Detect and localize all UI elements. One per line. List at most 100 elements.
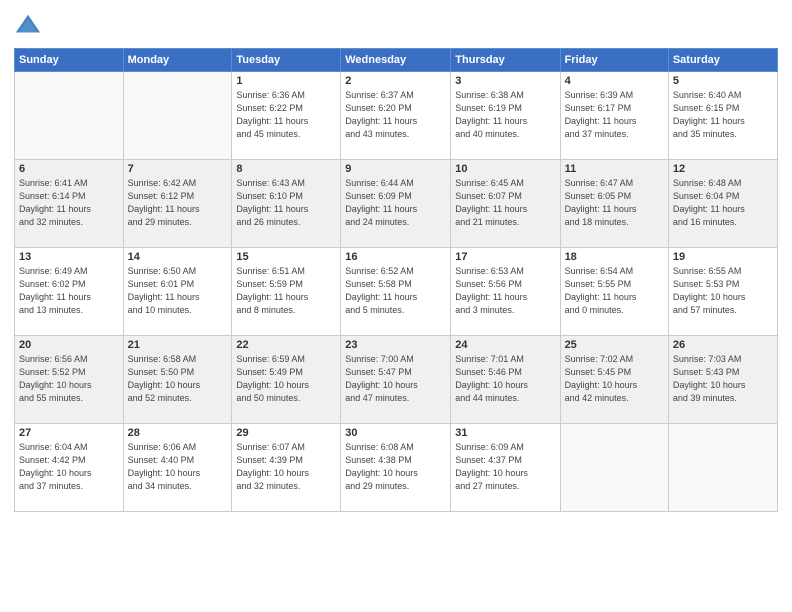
day-info: Sunrise: 6:45 AM Sunset: 6:07 PM Dayligh… <box>455 177 555 229</box>
day-number: 1 <box>236 75 336 87</box>
day-number: 20 <box>19 339 119 351</box>
day-number: 27 <box>19 427 119 439</box>
day-info: Sunrise: 6:06 AM Sunset: 4:40 PM Dayligh… <box>128 441 228 493</box>
calendar-day-27: 27 Sunrise: 6:04 AM Sunset: 4:42 PM Dayli… <box>15 424 124 512</box>
day-number: 13 <box>19 251 119 263</box>
day-info: Sunrise: 6:56 AM Sunset: 5:52 PM Dayligh… <box>19 353 119 405</box>
calendar-day-29: 29 Sunrise: 6:07 AM Sunset: 4:39 PM Dayli… <box>232 424 341 512</box>
calendar-day-12: 12 Sunrise: 6:48 AM Sunset: 6:04 PM Dayli… <box>668 160 777 248</box>
day-info: Sunrise: 7:00 AM Sunset: 5:47 PM Dayligh… <box>345 353 446 405</box>
column-header-friday: Friday <box>560 49 668 72</box>
calendar-day-22: 22Sunrise: 6:59 AM Sunset: 5:49 PM Dayli… <box>232 336 341 424</box>
calendar-week-row: 27 Sunrise: 6:04 AM Sunset: 4:42 PM Dayli… <box>15 424 778 512</box>
day-info: Sunrise: 6:37 AM Sunset: 6:20 PM Dayligh… <box>345 89 446 141</box>
calendar-week-row: 13 Sunrise: 6:49 AM Sunset: 6:02 PM Dayli… <box>15 248 778 336</box>
calendar-day-30: 30Sunrise: 6:08 AM Sunset: 4:38 PM Dayli… <box>341 424 451 512</box>
calendar-day-empty <box>668 424 777 512</box>
calendar-day-empty <box>15 72 124 160</box>
calendar-day-24: 24Sunrise: 7:01 AM Sunset: 5:46 PM Dayli… <box>451 336 560 424</box>
day-number: 5 <box>673 75 773 87</box>
day-number: 15 <box>236 251 336 263</box>
day-info: Sunrise: 6:04 AM Sunset: 4:42 PM Dayligh… <box>19 441 119 493</box>
day-info: Sunrise: 6:38 AM Sunset: 6:19 PM Dayligh… <box>455 89 555 141</box>
calendar-day-8: 8Sunrise: 6:43 AM Sunset: 6:10 PM Daylig… <box>232 160 341 248</box>
day-info: Sunrise: 6:43 AM Sunset: 6:10 PM Dayligh… <box>236 177 336 229</box>
calendar-day-28: 28 Sunrise: 6:06 AM Sunset: 4:40 PM Dayli… <box>123 424 232 512</box>
calendar-week-row: 20 Sunrise: 6:56 AM Sunset: 5:52 PM Dayli… <box>15 336 778 424</box>
day-info: Sunrise: 6:40 AM Sunset: 6:15 PM Dayligh… <box>673 89 773 141</box>
calendar-week-row: 6 Sunrise: 6:41 AM Sunset: 6:14 PM Daylig… <box>15 160 778 248</box>
calendar-day-empty <box>123 72 232 160</box>
day-info: Sunrise: 6:52 AM Sunset: 5:58 PM Dayligh… <box>345 265 446 317</box>
day-number: 31 <box>455 427 555 439</box>
calendar-week-row: 1 Sunrise: 6:36 AM Sunset: 6:22 PM Daylig… <box>15 72 778 160</box>
day-number: 11 <box>565 163 664 175</box>
day-number: 16 <box>345 251 446 263</box>
day-info: Sunrise: 6:51 AM Sunset: 5:59 PM Dayligh… <box>236 265 336 317</box>
day-number: 21 <box>128 339 228 351</box>
day-number: 4 <box>565 75 664 87</box>
day-number: 26 <box>673 339 773 351</box>
calendar-day-17: 17Sunrise: 6:53 AM Sunset: 5:56 PM Dayli… <box>451 248 560 336</box>
calendar-day-13: 13 Sunrise: 6:49 AM Sunset: 6:02 PM Dayli… <box>15 248 124 336</box>
calendar-day-10: 10 Sunrise: 6:45 AM Sunset: 6:07 PM Dayli… <box>451 160 560 248</box>
day-info: Sunrise: 6:48 AM Sunset: 6:04 PM Dayligh… <box>673 177 773 229</box>
calendar-day-14: 14 Sunrise: 6:50 AM Sunset: 6:01 PM Dayli… <box>123 248 232 336</box>
day-number: 28 <box>128 427 228 439</box>
day-info: Sunrise: 6:58 AM Sunset: 5:50 PM Dayligh… <box>128 353 228 405</box>
page-container: SundayMondayTuesdayWednesdayThursdayFrid… <box>0 0 792 612</box>
day-info: Sunrise: 6:50 AM Sunset: 6:01 PM Dayligh… <box>128 265 228 317</box>
calendar-day-6: 6 Sunrise: 6:41 AM Sunset: 6:14 PM Daylig… <box>15 160 124 248</box>
day-info: Sunrise: 6:09 AM Sunset: 4:37 PM Dayligh… <box>455 441 555 493</box>
column-header-thursday: Thursday <box>451 49 560 72</box>
day-number: 3 <box>455 75 555 87</box>
day-number: 6 <box>19 163 119 175</box>
day-info: Sunrise: 6:36 AM Sunset: 6:22 PM Dayligh… <box>236 89 336 141</box>
day-info: Sunrise: 6:08 AM Sunset: 4:38 PM Dayligh… <box>345 441 446 493</box>
day-info: Sunrise: 6:55 AM Sunset: 5:53 PM Dayligh… <box>673 265 773 317</box>
calendar-day-9: 9 Sunrise: 6:44 AM Sunset: 6:09 PM Daylig… <box>341 160 451 248</box>
day-info: Sunrise: 6:47 AM Sunset: 6:05 PM Dayligh… <box>565 177 664 229</box>
column-header-sunday: Sunday <box>15 49 124 72</box>
calendar-day-1: 1 Sunrise: 6:36 AM Sunset: 6:22 PM Daylig… <box>232 72 341 160</box>
calendar-day-empty <box>560 424 668 512</box>
logo-icon <box>14 12 42 40</box>
day-number: 10 <box>455 163 555 175</box>
calendar-day-2: 2Sunrise: 6:37 AM Sunset: 6:20 PM Daylig… <box>341 72 451 160</box>
calendar-day-7: 7Sunrise: 6:42 AM Sunset: 6:12 PM Daylig… <box>123 160 232 248</box>
calendar-day-16: 16 Sunrise: 6:52 AM Sunset: 5:58 PM Dayli… <box>341 248 451 336</box>
day-number: 18 <box>565 251 664 263</box>
day-info: Sunrise: 6:49 AM Sunset: 6:02 PM Dayligh… <box>19 265 119 317</box>
calendar-day-25: 25Sunrise: 7:02 AM Sunset: 5:45 PM Dayli… <box>560 336 668 424</box>
day-info: Sunrise: 6:53 AM Sunset: 5:56 PM Dayligh… <box>455 265 555 317</box>
calendar-day-31: 31 Sunrise: 6:09 AM Sunset: 4:37 PM Dayli… <box>451 424 560 512</box>
page-header <box>14 12 778 40</box>
day-number: 23 <box>345 339 446 351</box>
column-header-tuesday: Tuesday <box>232 49 341 72</box>
calendar-day-5: 5 Sunrise: 6:40 AM Sunset: 6:15 PM Daylig… <box>668 72 777 160</box>
calendar-day-18: 18Sunrise: 6:54 AM Sunset: 5:55 PM Dayli… <box>560 248 668 336</box>
day-number: 29 <box>236 427 336 439</box>
calendar-day-26: 26Sunrise: 7:03 AM Sunset: 5:43 PM Dayli… <box>668 336 777 424</box>
calendar-header-row: SundayMondayTuesdayWednesdayThursdayFrid… <box>15 49 778 72</box>
day-number: 22 <box>236 339 336 351</box>
day-number: 12 <box>673 163 773 175</box>
day-info: Sunrise: 6:44 AM Sunset: 6:09 PM Dayligh… <box>345 177 446 229</box>
calendar-day-21: 21 Sunrise: 6:58 AM Sunset: 5:50 PM Dayli… <box>123 336 232 424</box>
calendar-day-19: 19 Sunrise: 6:55 AM Sunset: 5:53 PM Dayli… <box>668 248 777 336</box>
calendar-day-11: 11 Sunrise: 6:47 AM Sunset: 6:05 PM Dayli… <box>560 160 668 248</box>
day-info: Sunrise: 6:39 AM Sunset: 6:17 PM Dayligh… <box>565 89 664 141</box>
calendar-day-20: 20 Sunrise: 6:56 AM Sunset: 5:52 PM Dayli… <box>15 336 124 424</box>
day-number: 7 <box>128 163 228 175</box>
column-header-saturday: Saturday <box>668 49 777 72</box>
column-header-monday: Monday <box>123 49 232 72</box>
calendar-day-23: 23 Sunrise: 7:00 AM Sunset: 5:47 PM Dayli… <box>341 336 451 424</box>
day-info: Sunrise: 7:02 AM Sunset: 5:45 PM Dayligh… <box>565 353 664 405</box>
day-number: 19 <box>673 251 773 263</box>
day-number: 14 <box>128 251 228 263</box>
logo <box>14 12 46 40</box>
day-info: Sunrise: 6:41 AM Sunset: 6:14 PM Dayligh… <box>19 177 119 229</box>
calendar-day-3: 3 Sunrise: 6:38 AM Sunset: 6:19 PM Daylig… <box>451 72 560 160</box>
day-number: 9 <box>345 163 446 175</box>
day-info: Sunrise: 6:07 AM Sunset: 4:39 PM Dayligh… <box>236 441 336 493</box>
